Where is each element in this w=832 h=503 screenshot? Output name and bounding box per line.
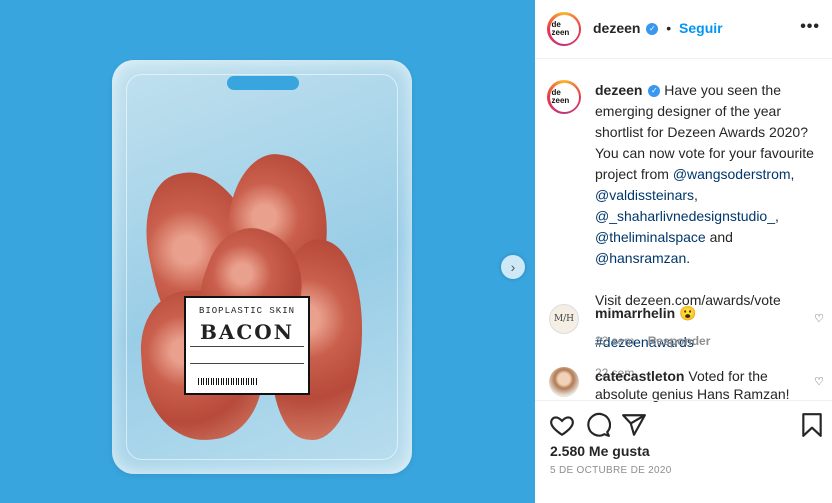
post-date: 5 DE OCTUBRE DE 2020 — [550, 465, 672, 476]
avatar[interactable]: de zeen — [547, 12, 581, 46]
barcode — [198, 378, 258, 385]
heart-icon[interactable]: ♡ — [814, 312, 824, 325]
caption-avatar[interactable]: de zeen — [547, 80, 581, 114]
comment-text: 😮 — [679, 305, 697, 321]
label-divider — [190, 346, 304, 364]
post-image[interactable]: BIOPLASTIC SKIN BACON › — [0, 0, 535, 503]
comment-meta: 22 sem Responder — [595, 332, 805, 350]
share-icon[interactable] — [621, 412, 647, 438]
comment-icon[interactable] — [585, 412, 611, 438]
comment: catecastleton Voted for the absolute gen… — [595, 367, 805, 403]
mention-link[interactable]: @wangsoderstrom — [673, 166, 791, 182]
hang-hole — [227, 76, 299, 90]
comment-avatar[interactable] — [549, 367, 579, 397]
mention-link[interactable]: @hansramzan — [595, 250, 686, 266]
label-product-name: BACON — [199, 320, 295, 344]
punctuation: , — [775, 208, 779, 224]
product-label: BIOPLASTIC SKIN BACON — [184, 296, 310, 395]
follow-button[interactable]: Seguir — [679, 20, 723, 36]
separator-dot: • — [666, 20, 672, 36]
chevron-right-icon: › — [510, 259, 516, 275]
next-image-button[interactable]: › — [501, 255, 525, 279]
vacuum-pack-tray — [112, 60, 412, 474]
action-bar — [535, 400, 832, 402]
punctuation: , — [694, 187, 698, 203]
heart-icon[interactable]: ♡ — [814, 375, 824, 388]
bookmark-icon[interactable] — [799, 412, 825, 438]
comment-username[interactable]: mimarrhelin — [595, 305, 675, 321]
heart-icon[interactable] — [549, 412, 575, 438]
reply-button[interactable]: Responder — [648, 334, 711, 348]
verified-icon: ✓ — [646, 23, 659, 36]
caption-and: and — [709, 229, 733, 245]
punctuation: , — [790, 166, 795, 182]
post-sidebar: de zeen dezeen ✓ • Seguir ••• de zeen de… — [535, 0, 832, 503]
punctuation: . — [686, 250, 691, 266]
post-header: de zeen dezeen ✓ • Seguir ••• — [535, 0, 832, 59]
comment: mimarrhelin 😮 22 sem Responder — [595, 304, 805, 350]
mention-link[interactable]: @valdissteinars — [595, 187, 694, 203]
more-icon[interactable]: ••• — [800, 18, 820, 36]
label-title: BIOPLASTIC SKIN — [198, 306, 295, 316]
verified-icon: ✓ — [648, 85, 661, 98]
caption-username[interactable]: dezeen — [595, 82, 642, 98]
mention-link[interactable]: @theliminalspace — [595, 229, 706, 245]
comment-avatar[interactable]: M/H — [549, 304, 579, 334]
header-username[interactable]: dezeen — [593, 20, 640, 36]
avatar-logo: de zeen — [549, 14, 579, 44]
avatar-logo: de zeen — [549, 82, 579, 112]
comment-username[interactable]: catecastleton — [595, 368, 684, 384]
likes-count[interactable]: 2.580 Me gusta — [550, 443, 650, 459]
comment-time[interactable]: 22 sem — [595, 334, 634, 348]
mention-link[interactable]: @_shaharlivnedesignstudio_ — [595, 208, 775, 224]
header-user-line: dezeen ✓ • Seguir — [593, 20, 723, 36]
